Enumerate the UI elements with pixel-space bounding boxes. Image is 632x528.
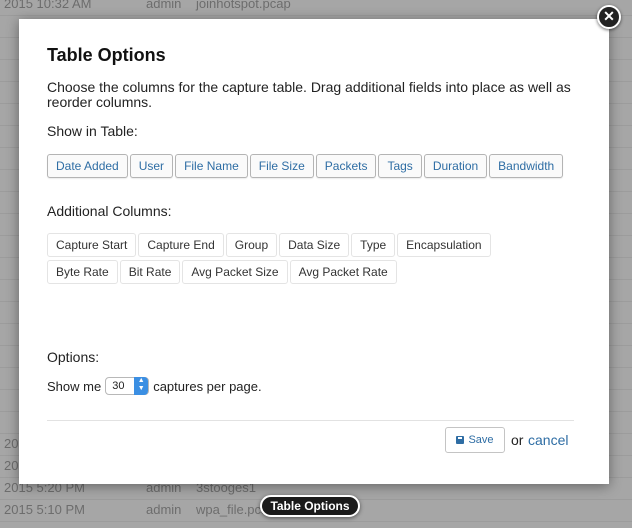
available-column-chip-bit-rate[interactable]: Bit Rate [119,260,181,284]
column-chip-user[interactable]: User [129,154,174,178]
show-me-prefix: Show me [47,378,102,394]
table-options-modal: Table Options Choose the columns for the… [19,19,609,484]
column-chip-file-name[interactable]: File Name [175,154,248,178]
save-button[interactable]: Save [445,427,505,453]
available-column-chip-data-size[interactable]: Data Size [279,233,350,257]
available-column-chip-avg-packet-rate[interactable]: Avg Packet Rate [289,260,397,284]
available-column-chip-byte-rate[interactable]: Byte Rate [47,260,118,284]
updown-arrows-icon: ▲ ▼ [134,377,149,395]
footer-divider [47,420,574,421]
shown-columns-list: Date Added User File Name File Size Packets T… [47,154,564,178]
available-column-chip-encapsulation[interactable]: Encapsulation [397,233,491,257]
column-chip-file-size[interactable]: File Size [249,154,314,178]
table-options-button[interactable]: Table Options [260,495,360,517]
available-column-chip-group[interactable]: Group [225,233,278,257]
column-chip-date-added[interactable]: Date Added [47,154,128,178]
show-me-suffix: captures per page. [153,378,262,394]
column-chip-duration[interactable]: Duration [423,154,488,178]
available-column-chip-avg-packet-size[interactable]: Avg Packet Size [182,260,288,284]
options-label: Options: [47,349,100,365]
additional-columns-label: Additional Columns: [47,203,172,219]
show-in-table-label: Show in Table: [47,123,138,139]
available-column-chip-capture-end[interactable]: Capture End [138,233,224,257]
cancel-link[interactable]: cancel [528,432,568,448]
save-label: Save [468,434,494,446]
per-page-select[interactable]: 30 ▲ ▼ [105,377,150,395]
column-chip-bandwidth[interactable]: Bandwidth [489,154,564,178]
or-text: or [511,432,524,448]
floppy-disk-icon [456,436,465,444]
available-column-chip-type[interactable]: Type [351,233,396,257]
available-column-chip-capture-start[interactable]: Capture Start [47,233,137,257]
additional-columns-list: Capture Start Capture End Group Data Size Ty… [47,233,557,284]
modal-description: Choose the columns for the capture table… [47,79,571,110]
per-page-value: 30 [112,380,125,392]
close-icon[interactable]: ✕ [597,5,621,29]
per-page-option: Show me 30 ▲ ▼ captures per page. [47,377,262,395]
column-chip-packets[interactable]: Packets [315,154,377,178]
column-chip-tags[interactable]: Tags [378,154,422,178]
modal-title: Table Options [47,45,166,65]
